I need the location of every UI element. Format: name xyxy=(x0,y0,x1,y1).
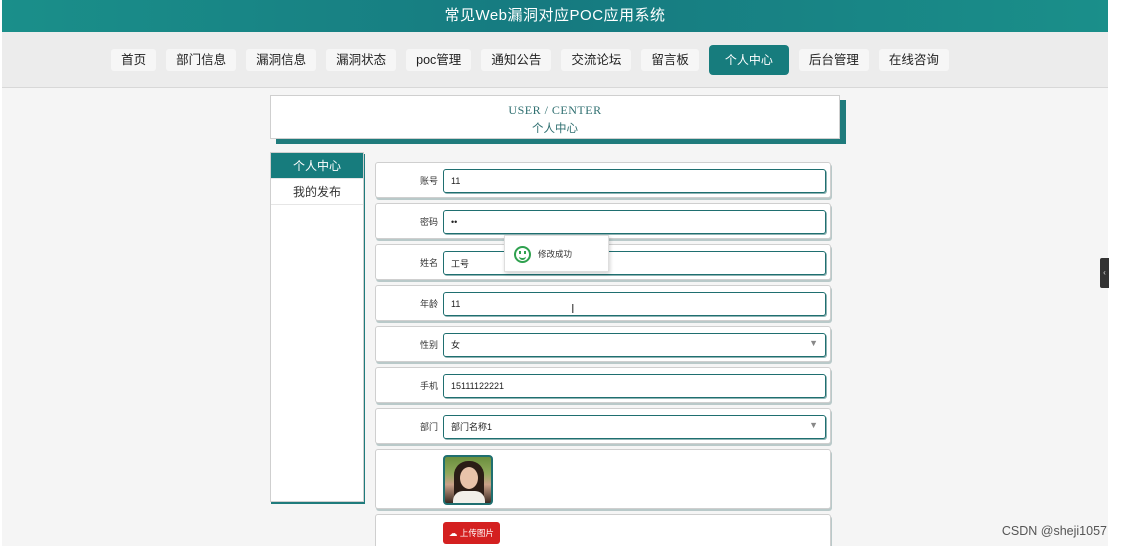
phone-label: 手机 xyxy=(419,381,438,391)
nav-home[interactable]: 首页 xyxy=(111,48,157,71)
banner-title-cn: 个人中心 xyxy=(532,123,578,135)
department-label: 部门 xyxy=(419,422,438,432)
nav-admin[interactable]: 后台管理 xyxy=(798,48,869,71)
nav-message-board[interactable]: 留言板 xyxy=(641,48,699,71)
name-field[interactable] xyxy=(443,251,826,275)
nav-notices[interactable]: 通知公告 xyxy=(481,48,552,71)
app-window: 常见Web漏洞对应POC应用系统 首页 部门信息 漏洞信息 漏洞状态 poc管理… xyxy=(2,0,1108,546)
main-nav: 首页 部门信息 漏洞信息 漏洞状态 poc管理 通知公告 交流论坛 留言板 个人… xyxy=(2,32,1108,88)
age-field[interactable] xyxy=(443,292,826,316)
profile-form: 账号 密码 姓名 年龄 性别 女 ▼ 手机 部门 部门名称1 ▼ xyxy=(375,162,831,546)
account-field[interactable] xyxy=(443,169,826,193)
cloud-upload-icon: ☁ xyxy=(449,528,458,538)
form-row-gender: 性别 女 ▼ xyxy=(375,326,831,362)
form-row-password: 密码 xyxy=(375,203,831,239)
nav-vulnerability-info[interactable]: 漏洞信息 xyxy=(246,48,317,71)
chevron-down-icon: ▼ xyxy=(809,420,818,430)
smile-icon xyxy=(514,246,531,263)
success-toast: 修改成功 xyxy=(504,235,609,272)
nav-personal-center[interactable]: 个人中心 xyxy=(708,44,789,75)
password-label: 密码 xyxy=(419,217,438,227)
text-cursor-icon: I xyxy=(571,302,575,316)
nav-online-consult[interactable]: 在线咨询 xyxy=(878,48,949,71)
sidebar-item-my-posts[interactable]: 我的发布 xyxy=(271,179,363,205)
banner-title-en: USER / CENTER xyxy=(508,103,602,117)
sidebar: 个人中心 我的发布 xyxy=(270,152,364,502)
gender-select[interactable]: 女 xyxy=(443,333,826,357)
side-collapse-tab[interactable]: ‹ xyxy=(1100,258,1109,288)
gender-label: 性别 xyxy=(419,340,438,350)
nav-department-info[interactable]: 部门信息 xyxy=(166,48,237,71)
avatar xyxy=(443,455,493,505)
nav-vulnerability-status[interactable]: 漏洞状态 xyxy=(326,48,397,71)
toast-message: 修改成功 xyxy=(538,249,573,259)
form-row-upload: ☁ 上传图片 xyxy=(375,514,831,546)
nav-poc-management[interactable]: poc管理 xyxy=(406,48,472,71)
name-label: 姓名 xyxy=(419,258,438,268)
app-title: 常见Web漏洞对应POC应用系统 xyxy=(2,0,1108,32)
sidebar-item-personal-center[interactable]: 个人中心 xyxy=(271,153,363,179)
chevron-down-icon: ▼ xyxy=(809,338,818,348)
watermark: CSDN @sheji1057 xyxy=(1001,524,1107,538)
form-row-age: 年龄 xyxy=(375,285,831,321)
department-select[interactable]: 部门名称1 xyxy=(443,415,826,439)
form-row-avatar xyxy=(375,449,831,509)
upload-image-button[interactable]: ☁ 上传图片 xyxy=(443,522,500,544)
nav-forum[interactable]: 交流论坛 xyxy=(561,48,632,71)
form-row-phone: 手机 xyxy=(375,367,831,403)
form-row-account: 账号 xyxy=(375,162,831,198)
page-banner: USER / CENTER 个人中心 xyxy=(270,95,840,139)
age-label: 年龄 xyxy=(419,299,438,309)
account-label: 账号 xyxy=(419,176,438,186)
password-field[interactable] xyxy=(443,210,826,234)
form-row-department: 部门 部门名称1 ▼ xyxy=(375,408,831,444)
phone-field[interactable] xyxy=(443,374,826,398)
upload-label: 上传图片 xyxy=(459,528,494,538)
